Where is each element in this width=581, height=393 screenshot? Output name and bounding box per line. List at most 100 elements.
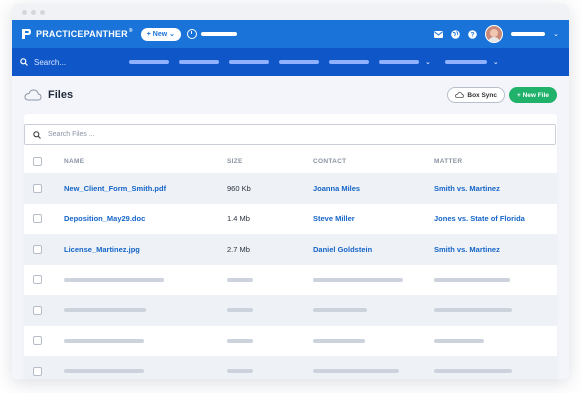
select-all-checkbox[interactable] bbox=[33, 156, 42, 166]
help-icon[interactable]: ? bbox=[468, 29, 477, 39]
box-sync-label: Box Sync bbox=[467, 91, 498, 99]
logo-mark-icon bbox=[22, 29, 31, 39]
new-button-label: + New bbox=[146, 30, 168, 38]
matter-link[interactable]: Jones vs. State of Florida bbox=[434, 214, 525, 223]
file-size: 1.4 Mb bbox=[227, 214, 250, 224]
new-file-button[interactable]: + New File bbox=[509, 87, 557, 103]
placeholder-bar bbox=[64, 277, 164, 282]
placeholder-bar bbox=[64, 308, 146, 313]
cloud-icon bbox=[455, 92, 465, 98]
placeholder-bar bbox=[64, 369, 144, 374]
table-row-placeholder bbox=[24, 326, 557, 357]
nav-item-dropdown[interactable] bbox=[379, 60, 419, 64]
chevron-down-icon[interactable]: ⌄ bbox=[553, 30, 559, 38]
chevron-down-icon: ⌄ bbox=[492, 59, 499, 66]
mail-icon[interactable] bbox=[434, 30, 444, 39]
column-header-contact[interactable]: CONTACT bbox=[313, 158, 346, 165]
timer-icon[interactable] bbox=[187, 29, 198, 39]
row-checkbox[interactable] bbox=[33, 275, 42, 285]
svg-text:?: ? bbox=[471, 31, 475, 38]
window-dot bbox=[22, 9, 27, 15]
box-sync-button[interactable]: Box Sync bbox=[447, 87, 506, 103]
chevron-down-icon: ⌄ bbox=[169, 31, 176, 38]
file-name-link[interactable]: New_Client_Form_Smith.pdf bbox=[64, 184, 166, 193]
brand-registered: ® bbox=[128, 28, 133, 34]
row-checkbox[interactable] bbox=[33, 305, 42, 315]
nav-item[interactable] bbox=[229, 60, 269, 64]
search-icon bbox=[33, 130, 41, 139]
top-right-tools: ? ⌄ bbox=[434, 20, 559, 48]
files-table: NAME SIZE CONTACT MATTER New_Client_Form… bbox=[24, 149, 557, 379]
file-name-link[interactable]: License_Martinez.jpg bbox=[64, 245, 140, 254]
placeholder-bar bbox=[434, 338, 484, 343]
nav-item-dropdown[interactable] bbox=[444, 60, 487, 64]
timer-placeholder bbox=[201, 32, 238, 36]
file-size: 2.7 Mb bbox=[227, 244, 250, 254]
table-row-placeholder bbox=[24, 265, 557, 296]
placeholder-bar bbox=[313, 369, 399, 374]
placeholder-bar bbox=[434, 308, 512, 313]
contact-link[interactable]: Daniel Goldstein bbox=[313, 245, 372, 254]
file-name-link[interactable]: Deposition_May29.doc bbox=[64, 214, 145, 223]
row-checkbox[interactable] bbox=[33, 214, 42, 224]
avatar[interactable] bbox=[485, 25, 504, 43]
placeholder-bar bbox=[313, 277, 403, 282]
table-row: License_Martinez.jpg 2.7 Mb Daniel Golds… bbox=[24, 234, 557, 265]
page-actions: Box Sync + New File bbox=[447, 76, 557, 114]
window-dot bbox=[31, 9, 36, 15]
placeholder-bar bbox=[434, 277, 510, 282]
matter-link[interactable]: Smith vs. Martinez bbox=[434, 245, 500, 254]
column-header-size[interactable]: SIZE bbox=[227, 158, 243, 165]
placeholder-bar bbox=[313, 338, 365, 343]
search-icon bbox=[20, 58, 28, 66]
table-row-placeholder bbox=[24, 356, 557, 379]
brand-name: PRACTICEPANTHER bbox=[36, 29, 128, 39]
top-bar: PRACTICEPANTHER ® + New ⌄ ? ⌄ bbox=[12, 20, 569, 48]
window-chrome bbox=[12, 4, 569, 20]
placeholder-bar bbox=[313, 308, 367, 313]
placeholder-bar bbox=[227, 338, 253, 343]
contact-link[interactable]: Joanna Miles bbox=[313, 184, 360, 193]
main-content: Files Box Sync + New File Search Files .… bbox=[12, 76, 569, 379]
placeholder-bar bbox=[64, 338, 144, 343]
window-dot bbox=[40, 9, 45, 15]
file-size: 960 Kb bbox=[227, 183, 251, 193]
app-window: PRACTICEPANTHER® + New ⌄ ? ⌄ Search... bbox=[12, 4, 569, 379]
table-header: NAME SIZE CONTACT MATTER bbox=[24, 149, 557, 173]
nav-menu: ⌄ ⌄ bbox=[129, 48, 499, 76]
nav-item[interactable] bbox=[179, 60, 219, 64]
row-checkbox[interactable] bbox=[33, 366, 42, 376]
brand-logo[interactable]: PRACTICEPANTHER ® bbox=[20, 28, 133, 40]
placeholder-bar bbox=[434, 369, 512, 374]
cloud-icon bbox=[24, 89, 42, 101]
nav-item[interactable] bbox=[279, 60, 319, 64]
matter-link[interactable]: Smith vs. Martinez bbox=[434, 184, 500, 193]
table-row-placeholder bbox=[24, 295, 557, 326]
nav-bar: Search... ⌄ ⌄ bbox=[12, 48, 569, 76]
global-search-placeholder: Search... bbox=[34, 57, 67, 67]
files-search-input[interactable]: Search Files ... bbox=[24, 124, 556, 145]
placeholder-bar bbox=[227, 277, 253, 282]
files-card: Search Files ... NAME SIZE CONTACT MATTE… bbox=[24, 114, 557, 379]
row-checkbox[interactable] bbox=[33, 244, 42, 254]
table-row: New_Client_Form_Smith.pdf 960 Kb Joanna … bbox=[24, 173, 557, 204]
row-checkbox[interactable] bbox=[33, 336, 42, 346]
new-button[interactable]: + New ⌄ bbox=[140, 27, 182, 41]
page-header: Files Box Sync + New File bbox=[24, 76, 557, 114]
row-checkbox[interactable] bbox=[33, 183, 42, 193]
new-file-label: + New File bbox=[517, 91, 549, 99]
placeholder-bar bbox=[227, 369, 253, 374]
user-name-placeholder[interactable] bbox=[511, 32, 546, 36]
column-header-name[interactable]: NAME bbox=[64, 158, 84, 165]
chevron-down-icon: ⌄ bbox=[425, 59, 431, 66]
page-title: Files bbox=[48, 89, 74, 101]
contact-link[interactable]: Steve Miller bbox=[313, 214, 355, 223]
global-search[interactable]: Search... bbox=[20, 58, 130, 67]
table-row: Deposition_May29.doc 1.4 Mb Steve Miller… bbox=[24, 204, 557, 235]
placeholder-bar bbox=[227, 308, 253, 313]
nav-item[interactable] bbox=[129, 60, 169, 64]
globe-icon[interactable] bbox=[451, 29, 460, 39]
column-header-matter[interactable]: MATTER bbox=[434, 158, 462, 165]
nav-item[interactable] bbox=[329, 60, 369, 64]
files-search-placeholder: Search Files ... bbox=[48, 131, 95, 138]
